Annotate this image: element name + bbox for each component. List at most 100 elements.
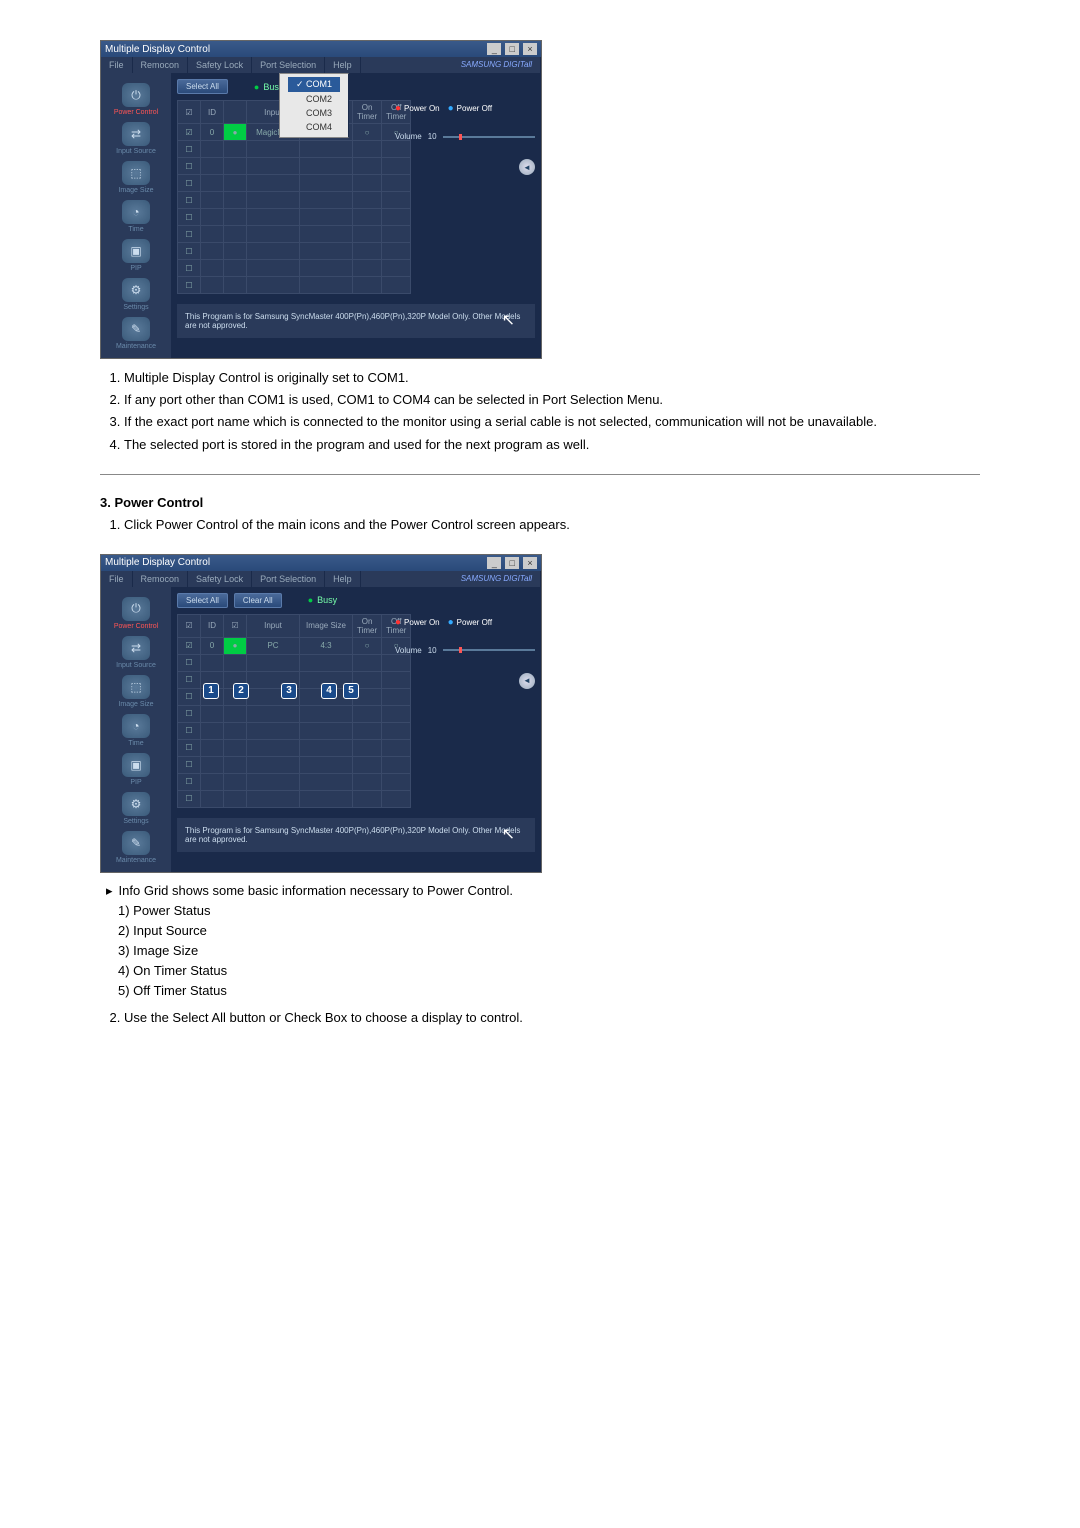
input-icon: ⇄ bbox=[122, 122, 150, 146]
sidebar-item-input-source[interactable]: ⇄Input Source bbox=[101, 632, 171, 671]
input-icon: ⇄ bbox=[122, 636, 150, 660]
col-status bbox=[224, 101, 247, 124]
dropdown-item-com1[interactable]: ✓COM1 bbox=[288, 77, 340, 92]
table-row[interactable]: ☐ bbox=[178, 175, 411, 192]
window-title: Multiple Display Control bbox=[105, 44, 210, 55]
menu-port-selection[interactable]: Port Selection bbox=[252, 57, 325, 73]
menu-file[interactable]: File bbox=[101, 571, 133, 587]
volume-control[interactable]: Volume 10 bbox=[395, 646, 535, 655]
sidebar-item-maintenance[interactable]: ✎Maintenance bbox=[101, 827, 171, 866]
divider bbox=[100, 474, 980, 475]
menu-help[interactable]: Help bbox=[325, 57, 361, 73]
volume-slider[interactable] bbox=[443, 649, 535, 651]
list-item: 4) On Timer Status bbox=[118, 963, 980, 980]
volume-knob-icon[interactable]: ◄ bbox=[519, 159, 535, 175]
list-item: Multiple Display Control is originally s… bbox=[124, 369, 980, 387]
sidebar-item-settings[interactable]: ⚙Settings bbox=[101, 788, 171, 827]
sidebar-item-maintenance[interactable]: ✎Maintenance bbox=[101, 313, 171, 352]
minimize-icon[interactable]: _ bbox=[487, 43, 501, 55]
list-item: 1) Power Status bbox=[118, 903, 980, 920]
power-icon: ⏻ bbox=[122, 597, 150, 621]
callout-5: 5 bbox=[343, 683, 359, 699]
dropdown-item-com2[interactable]: COM2 bbox=[288, 92, 340, 106]
sidebar-item-time[interactable]: ◔Time bbox=[101, 196, 171, 235]
window-controls: _ □ × bbox=[486, 43, 537, 55]
close-icon[interactable]: × bbox=[523, 557, 537, 569]
table-row[interactable]: ☐ bbox=[178, 773, 411, 790]
table-row[interactable]: ☑ 0 ● PC 4:3 ○ ○ bbox=[178, 637, 411, 654]
maintenance-icon: ✎ bbox=[122, 317, 150, 341]
list-item: Use the Select All button or Check Box t… bbox=[124, 1009, 980, 1027]
table-row[interactable]: ☐ bbox=[178, 654, 411, 671]
callout-3: 3 bbox=[281, 683, 297, 699]
power-off-button[interactable]: Power Off bbox=[448, 617, 492, 628]
main-area: Select All Clear All Busy ☑ ID ☑ Input I… bbox=[171, 587, 541, 872]
table-row[interactable]: ☐ bbox=[178, 739, 411, 756]
table-row[interactable]: ☐ bbox=[178, 226, 411, 243]
power-icon: ⏻ bbox=[122, 83, 150, 107]
dropdown-item-com3[interactable]: COM3 bbox=[288, 106, 340, 120]
sidebar-item-pip[interactable]: ▣PIP bbox=[101, 235, 171, 274]
titlebar: Multiple Display Control _ □ × bbox=[101, 41, 541, 57]
sidebar-item-pip[interactable]: ▣PIP bbox=[101, 749, 171, 788]
volume-label: Volume bbox=[395, 132, 422, 141]
sidebar-item-image-size[interactable]: ⬚Image Size bbox=[101, 671, 171, 710]
pip-icon: ▣ bbox=[122, 239, 150, 263]
sidebar-item-input-source[interactable]: ⇄Input Source bbox=[101, 118, 171, 157]
sidebar-item-image-size[interactable]: ⬚Image Size bbox=[101, 157, 171, 196]
window-controls: _ □ × bbox=[486, 557, 537, 569]
clear-all-button[interactable]: Clear All bbox=[234, 593, 282, 608]
menu-safety-lock[interactable]: Safety Lock bbox=[188, 57, 252, 73]
menu-port-selection[interactable]: Port Selection bbox=[252, 571, 325, 587]
imagesize-icon: ⬚ bbox=[122, 675, 150, 699]
cursor-icon: ↖ bbox=[502, 824, 515, 844]
power-off-button[interactable]: Power Off bbox=[448, 103, 492, 114]
callout-2: 2 bbox=[233, 683, 249, 699]
maximize-icon[interactable]: □ bbox=[505, 43, 519, 55]
power-on-button[interactable]: Power On bbox=[395, 103, 440, 114]
col-on-timer: On Timer bbox=[353, 614, 382, 637]
instruction-list-2a: Click Power Control of the main icons an… bbox=[100, 516, 980, 534]
volume-control[interactable]: Volume 10 bbox=[395, 132, 535, 141]
menu-remocon[interactable]: Remocon bbox=[133, 571, 189, 587]
menu-help[interactable]: Help bbox=[325, 571, 361, 587]
table-row[interactable]: ☐ bbox=[178, 209, 411, 226]
table-row[interactable]: ☐ bbox=[178, 705, 411, 722]
sidebar-item-time[interactable]: ◔Time bbox=[101, 710, 171, 749]
sidebar-item-settings[interactable]: ⚙Settings bbox=[101, 274, 171, 313]
minimize-icon[interactable]: _ bbox=[487, 557, 501, 569]
list-item: If any port other than COM1 is used, COM… bbox=[124, 391, 980, 409]
menu-file[interactable]: File bbox=[101, 57, 133, 73]
table-row[interactable]: ☐ bbox=[178, 243, 411, 260]
volume-knob-icon[interactable]: ◄ bbox=[519, 673, 535, 689]
select-all-button[interactable]: Select All bbox=[177, 593, 228, 608]
menubar: File Remocon Safety Lock Port Selection … bbox=[101, 57, 541, 73]
menu-safety-lock[interactable]: Safety Lock bbox=[188, 571, 252, 587]
table-row[interactable]: ☐ bbox=[178, 277, 411, 294]
table-row[interactable]: ☐ bbox=[178, 756, 411, 773]
col-input: Input bbox=[247, 614, 300, 637]
table-row[interactable]: ☐ bbox=[178, 192, 411, 209]
volume-value: 10 bbox=[428, 132, 437, 141]
table-row[interactable]: ☐ bbox=[178, 141, 411, 158]
table-row[interactable]: ☐ bbox=[178, 260, 411, 277]
busy-indicator: Busy bbox=[308, 595, 337, 605]
maximize-icon[interactable]: □ bbox=[505, 557, 519, 569]
main-area: Select All Busy ☑ ID Input Image Size On… bbox=[171, 73, 541, 358]
col-check: ☑ bbox=[178, 614, 201, 637]
menu-remocon[interactable]: Remocon bbox=[133, 57, 189, 73]
close-icon[interactable]: × bbox=[523, 43, 537, 55]
sidebar-item-power-control[interactable]: ⏻Power Control bbox=[101, 79, 171, 118]
col-image-size: Image Size bbox=[300, 614, 353, 637]
col-check: ☑ bbox=[178, 101, 201, 124]
power-on-button[interactable]: Power On bbox=[395, 617, 440, 628]
dropdown-item-com4[interactable]: COM4 bbox=[288, 120, 340, 134]
list-item: 5) Off Timer Status bbox=[118, 983, 980, 1000]
table-row[interactable]: ☐ bbox=[178, 790, 411, 807]
table-row[interactable]: ☐ bbox=[178, 722, 411, 739]
sidebar-item-power-control[interactable]: ⏻Power Control bbox=[101, 593, 171, 632]
table-row[interactable]: ☐ bbox=[178, 158, 411, 175]
select-all-button[interactable]: Select All bbox=[177, 79, 228, 94]
sidebar: ⏻Power Control ⇄Input Source ⬚Image Size… bbox=[101, 73, 171, 358]
volume-slider[interactable] bbox=[443, 136, 535, 138]
